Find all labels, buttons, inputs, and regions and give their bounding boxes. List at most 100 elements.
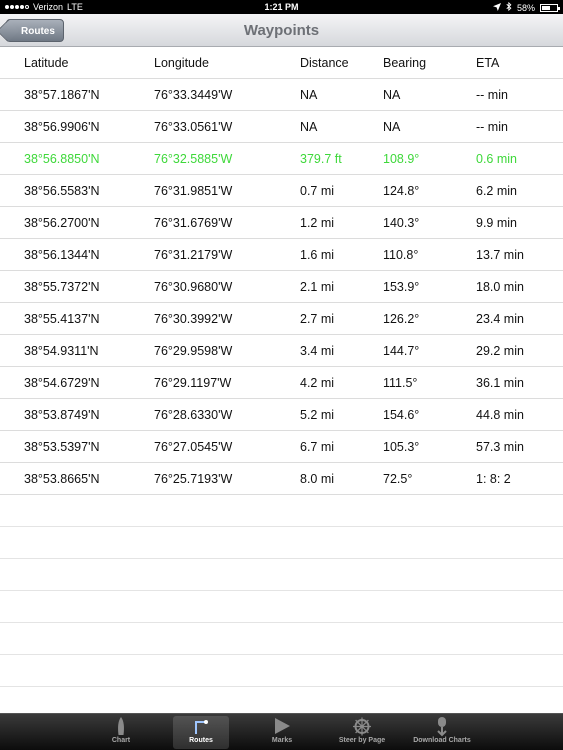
page-title: Waypoints xyxy=(243,22,320,39)
table-body: 38°57.1867'N 76°33.3449'W NA NA -- min 38°56.… xyxy=(0,79,563,495)
table-row[interactable]: 38°53.5397'N 76°27.0545'W 6.7 mi 105.3° 57.3… xyxy=(0,431,563,463)
cell-distance: NA xyxy=(300,88,318,102)
status-bar: Verizon LTE 1:21 PM 58% xyxy=(0,0,563,14)
cell-eta: 29.2 min xyxy=(476,344,524,358)
cell-eta: 18.0 min xyxy=(476,280,524,294)
bluetooth-icon xyxy=(506,1,512,13)
cell-distance: 379.7 ft xyxy=(300,152,342,166)
cell-longitude: 76°31.9851'W xyxy=(154,184,233,198)
empty-row xyxy=(0,495,563,527)
table-row[interactable]: 38°56.9906'N 76°33.0561'W NA NA -- min xyxy=(0,111,563,143)
steering-wheel-icon xyxy=(327,716,397,737)
cell-bearing: 140.3° xyxy=(383,216,420,230)
cell-distance: 5.2 mi xyxy=(300,408,335,422)
cell-distance: 4.2 mi xyxy=(300,376,335,390)
battery-level xyxy=(542,5,551,10)
boat-icon xyxy=(93,716,149,737)
cell-longitude: 76°31.6769'W xyxy=(154,216,233,230)
tab-chart[interactable]: Chart xyxy=(93,716,149,749)
cell-eta: 44.8 min xyxy=(476,408,524,422)
cell-longitude: 76°29.1197'W xyxy=(154,376,232,390)
table-row[interactable]: 38°56.2700'N 76°31.6769'W 1.2 mi 140.3° 9.9 … xyxy=(0,207,563,239)
cell-eta: 13.7 min xyxy=(476,248,524,262)
table-row[interactable]: 38°54.9311'N 76°29.9598'W 3.4 mi 144.7° 29.2… xyxy=(0,335,563,367)
tab-steer-by-page[interactable]: Steer by Page xyxy=(327,716,397,749)
tab-marks-label: Marks xyxy=(271,737,293,744)
cell-distance: NA xyxy=(300,120,318,134)
table-row[interactable]: 38°53.8749'N 76°28.6330'W 5.2 mi 154.6° 44.8… xyxy=(0,399,563,431)
table-row[interactable]: 38°57.1867'N 76°33.3449'W NA NA -- min xyxy=(0,79,563,111)
cell-bearing: 110.8° xyxy=(383,248,419,262)
table-row[interactable]: 38°55.4137'N 76°30.3992'W 2.7 mi 126.2° 23.4… xyxy=(0,303,563,335)
cell-eta: 36.1 min xyxy=(476,376,524,390)
tab-marks[interactable]: Marks xyxy=(254,716,310,749)
download-icon xyxy=(407,716,477,737)
cell-longitude: 76°33.3449'W xyxy=(154,88,233,102)
navigation-bar: Routes Waypoints xyxy=(0,14,563,47)
table-row[interactable]: 38°56.5583'N 76°31.9851'W 0.7 mi 124.8° 6.2 … xyxy=(0,175,563,207)
cell-latitude: 38°54.9311'N xyxy=(24,344,99,358)
header-eta: ETA xyxy=(476,56,500,70)
table-header: Latitude Longitude Distance Bearing ETA xyxy=(0,47,563,79)
empty-row xyxy=(0,591,563,623)
cell-latitude: 38°55.7372'N xyxy=(24,280,100,294)
waypoints-table: Latitude Longitude Distance Bearing ETA … xyxy=(0,47,563,719)
cell-bearing: 144.7° xyxy=(383,344,420,358)
table-row[interactable]: 38°54.6729'N 76°29.1197'W 4.2 mi 111.5° 36.1… xyxy=(0,367,563,399)
cell-bearing: 154.6° xyxy=(383,408,420,422)
cell-longitude: 76°25.7193'W xyxy=(154,472,233,486)
empty-row xyxy=(0,623,563,655)
tab-download-charts-label: Download Charts xyxy=(413,737,471,744)
cell-eta: 6.2 min xyxy=(476,184,517,198)
cell-distance: 0.7 mi xyxy=(300,184,335,198)
route-icon xyxy=(173,716,229,737)
cell-latitude: 38°53.8749'N xyxy=(24,408,100,422)
tab-chart-label: Chart xyxy=(111,737,131,744)
cell-bearing: NA xyxy=(383,120,401,134)
cell-bearing: 126.2° xyxy=(383,312,420,326)
cell-latitude: 38°56.1344'N xyxy=(24,248,100,262)
cell-latitude: 38°56.2700'N xyxy=(24,216,100,230)
table-row[interactable]: 38°56.8850'N 76°32.5885'W 379.7 ft 108.9° 0.… xyxy=(0,143,563,175)
cell-latitude: 38°54.6729'N xyxy=(24,376,100,390)
cell-latitude: 38°56.8850'N xyxy=(24,152,100,166)
cell-longitude: 76°30.9680'W xyxy=(154,280,233,294)
cell-eta: 0.6 min xyxy=(476,152,517,166)
cell-distance: 2.7 mi xyxy=(300,312,335,326)
cell-eta: 1: 8: 2 xyxy=(476,472,511,486)
cell-distance: 8.0 mi xyxy=(300,472,335,486)
header-latitude: Latitude xyxy=(24,56,69,70)
flag-icon xyxy=(254,716,310,737)
cell-bearing: 72.5° xyxy=(383,472,413,486)
table-row[interactable]: 38°55.7372'N 76°30.9680'W 2.1 mi 153.9° 18.0… xyxy=(0,271,563,303)
cell-distance: 6.7 mi xyxy=(300,440,335,454)
header-bearing: Bearing xyxy=(383,56,427,70)
tab-download-charts[interactable]: Download Charts xyxy=(407,716,477,749)
cell-distance: 3.4 mi xyxy=(300,344,335,358)
header-distance: Distance xyxy=(300,56,349,70)
cell-bearing: 105.3° xyxy=(383,440,420,454)
cell-eta: 57.3 min xyxy=(476,440,524,454)
cell-bearing: 124.8° xyxy=(383,184,420,198)
cell-longitude: 76°33.0561'W xyxy=(154,120,233,134)
cell-longitude: 76°31.2179'W xyxy=(154,248,233,262)
table-row[interactable]: 38°53.8665'N 76°25.7193'W 8.0 mi 72.5° 1: 8… xyxy=(0,463,563,495)
cell-eta: -- min xyxy=(476,120,508,134)
empty-row xyxy=(0,655,563,687)
tab-routes[interactable]: Routes xyxy=(173,716,229,749)
cell-eta: 9.9 min xyxy=(476,216,517,230)
cell-distance: 1.2 mi xyxy=(300,216,335,230)
cell-longitude: 76°32.5885'W xyxy=(154,152,233,166)
battery-percent: 58% xyxy=(516,2,535,13)
header-longitude: Longitude xyxy=(154,56,209,70)
cell-bearing: NA xyxy=(383,88,401,102)
cell-eta: 23.4 min xyxy=(476,312,524,326)
table-row[interactable]: 38°56.1344'N 76°31.2179'W 1.6 mi 110.8° 13.7… xyxy=(0,239,563,271)
battery-icon xyxy=(540,3,560,12)
cell-latitude: 38°56.9906'N xyxy=(24,120,100,134)
empty-row xyxy=(0,559,563,591)
cell-bearing: 108.9° xyxy=(383,152,420,166)
empty-rows xyxy=(0,495,563,719)
cell-longitude: 76°28.6330'W xyxy=(154,408,233,422)
cell-longitude: 76°29.9598'W xyxy=(154,344,233,358)
